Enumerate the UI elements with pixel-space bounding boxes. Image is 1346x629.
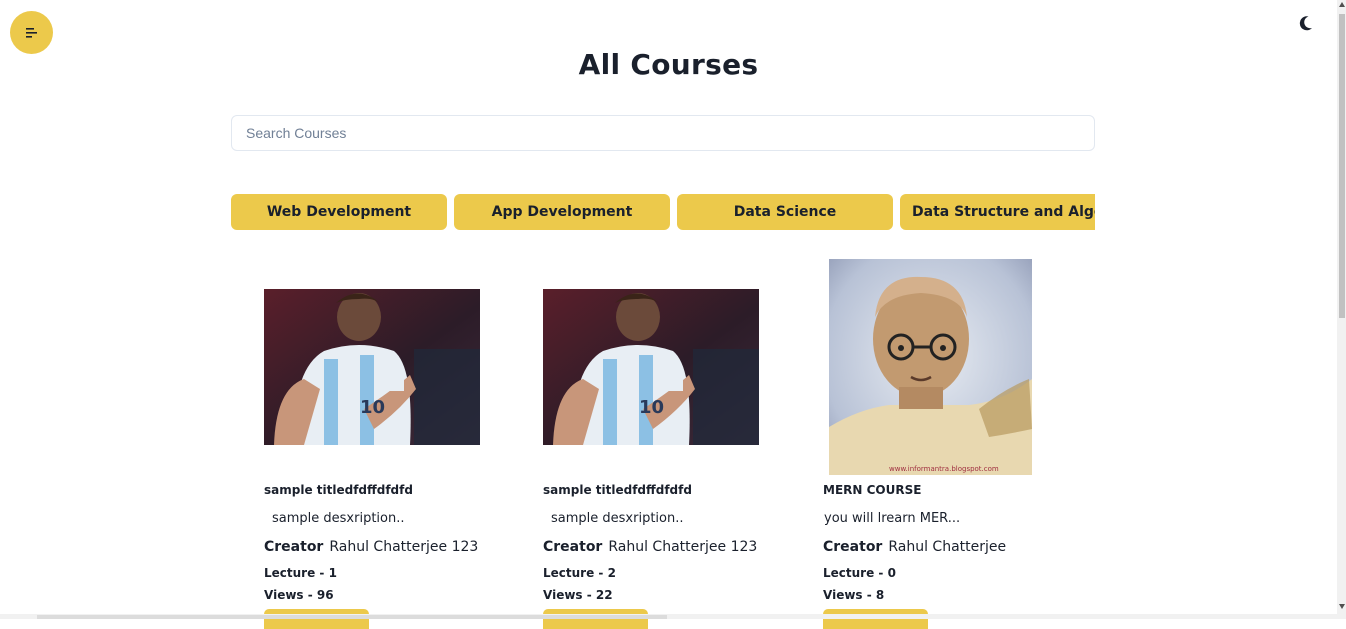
view-count: Views - 96 [264, 588, 334, 602]
svg-text:www.informantra.blogspot.com: www.informantra.blogspot.com [889, 465, 999, 473]
course-action-button[interactable] [823, 609, 928, 629]
horizontal-scrollbar-thumb[interactable] [37, 615, 667, 619]
course-description: sample desxription.. [272, 511, 405, 526]
course-description: you will lrearn MER... [824, 511, 961, 526]
hamburger-icon [25, 27, 37, 38]
svg-text:10: 10 [639, 397, 664, 418]
lecture-count: Lecture - 2 [543, 566, 616, 580]
course-title: MERN COURSE [823, 483, 922, 497]
view-count: Views - 22 [543, 588, 613, 602]
page-title: All Courses [578, 48, 759, 81]
creator-label: Creator [543, 539, 603, 555]
category-bar: Web Development App Development Data Scien… [231, 194, 1095, 230]
category-web-development[interactable]: Web Development [231, 194, 447, 230]
course-action-button[interactable] [264, 609, 369, 629]
course-title: sample titledfdffdfdfd [264, 483, 413, 497]
course-description: sample desxription.. [551, 511, 684, 526]
vertical-scrollbar-thumb[interactable] [1339, 14, 1345, 318]
scroll-up-arrow-icon[interactable] [1339, 2, 1345, 7]
view-count: Views - 8 [823, 588, 885, 602]
lecture-count: Lecture - 1 [264, 566, 337, 580]
creator-name: Rahul Chatterjee [888, 539, 1007, 555]
course-action-button[interactable] [543, 609, 648, 629]
course-creator: Creator Rahul Chatterjee 123 [264, 539, 478, 555]
category-app-development[interactable]: App Development [454, 194, 670, 230]
svg-text:10: 10 [360, 397, 385, 418]
creator-name: Rahul Chatterjee 123 [329, 539, 479, 555]
creator-label: Creator [823, 539, 883, 555]
theme-toggle-button[interactable] [1293, 12, 1317, 34]
course-thumbnail: www.informantra.blogspot.com [829, 259, 1032, 475]
course-creator: Creator Rahul Chatterjee 123 [543, 539, 757, 555]
course-title: sample titledfdffdfdfd [543, 483, 692, 497]
course-thumbnail: 10 [264, 289, 480, 445]
creator-name: Rahul Chatterjee 123 [608, 539, 758, 555]
category-data-science[interactable]: Data Science [677, 194, 893, 230]
scroll-down-arrow-icon[interactable] [1339, 604, 1345, 609]
moon-icon [1299, 16, 1312, 31]
search-input[interactable] [231, 115, 1095, 151]
course-thumbnail: 10 [543, 289, 759, 445]
category-dsa[interactable]: Data Structure and Algorithm [900, 194, 1095, 230]
lecture-count: Lecture - 0 [823, 566, 896, 580]
course-creator: Creator Rahul Chatterjee [823, 539, 1006, 555]
creator-label: Creator [264, 539, 324, 555]
